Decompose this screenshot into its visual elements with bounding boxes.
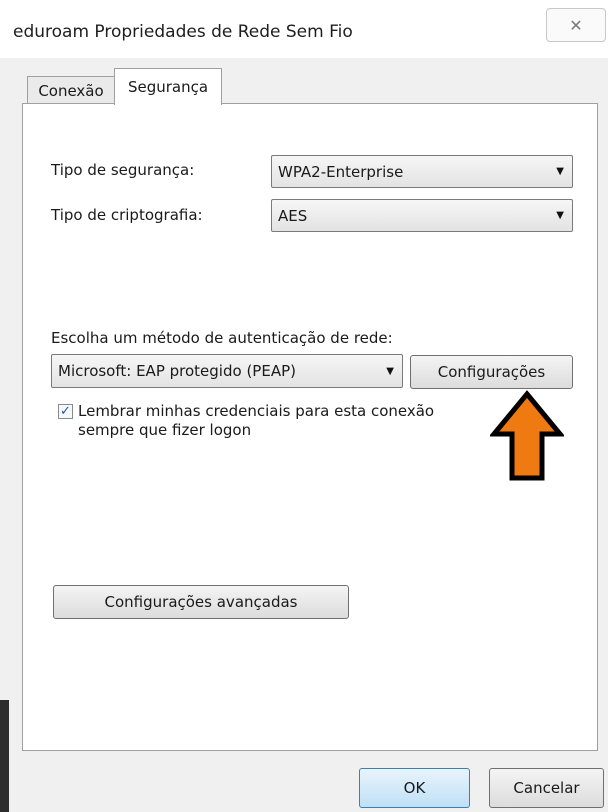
up-arrow-icon [490, 390, 564, 481]
remember-credentials-label: Lembrar minhas credenciais para esta con… [78, 402, 435, 439]
cancel-button[interactable]: Cancelar [489, 768, 604, 808]
chevron-down-icon: ▼ [556, 166, 564, 177]
remember-credentials-checkbox[interactable]: ✓ [58, 404, 73, 419]
tab-seguranca[interactable]: Segurança [114, 68, 222, 105]
close-button[interactable]: ✕ [546, 8, 606, 42]
chevron-down-icon: ▼ [386, 365, 394, 377]
background-window-edge [0, 700, 9, 812]
auth-method-select[interactable]: Microsoft: EAP protegido (PEAP) ▼ [51, 354, 403, 388]
ok-button[interactable]: OK [359, 768, 470, 808]
title-bar: eduroam Propriedades de Rede Sem Fio ✕ [0, 0, 608, 58]
window-title: eduroam Propriedades de Rede Sem Fio [13, 22, 353, 42]
dialog-window: eduroam Propriedades de Rede Sem Fio ✕ C… [0, 0, 608, 812]
auth-method-label: Escolha um método de autenticação de red… [51, 329, 393, 347]
auth-method-value: Microsoft: EAP protegido (PEAP) [58, 362, 296, 380]
security-type-select[interactable]: WPA2-Enterprise ▼ [271, 155, 573, 188]
security-type-value: WPA2-Enterprise [278, 162, 404, 181]
settings-button[interactable]: Configurações [410, 355, 573, 389]
checkmark-icon: ✓ [60, 404, 71, 419]
chevron-down-icon: ▼ [556, 210, 564, 221]
encryption-type-label: Tipo de criptografia: [51, 206, 203, 224]
advanced-settings-button[interactable]: Configurações avançadas [53, 585, 349, 619]
security-type-label: Tipo de segurança: [51, 161, 195, 179]
close-icon: ✕ [569, 15, 583, 35]
tab-conexao[interactable]: Conexão [27, 76, 115, 104]
encryption-type-value: AES [278, 206, 308, 225]
encryption-type-select[interactable]: AES ▼ [271, 199, 573, 232]
